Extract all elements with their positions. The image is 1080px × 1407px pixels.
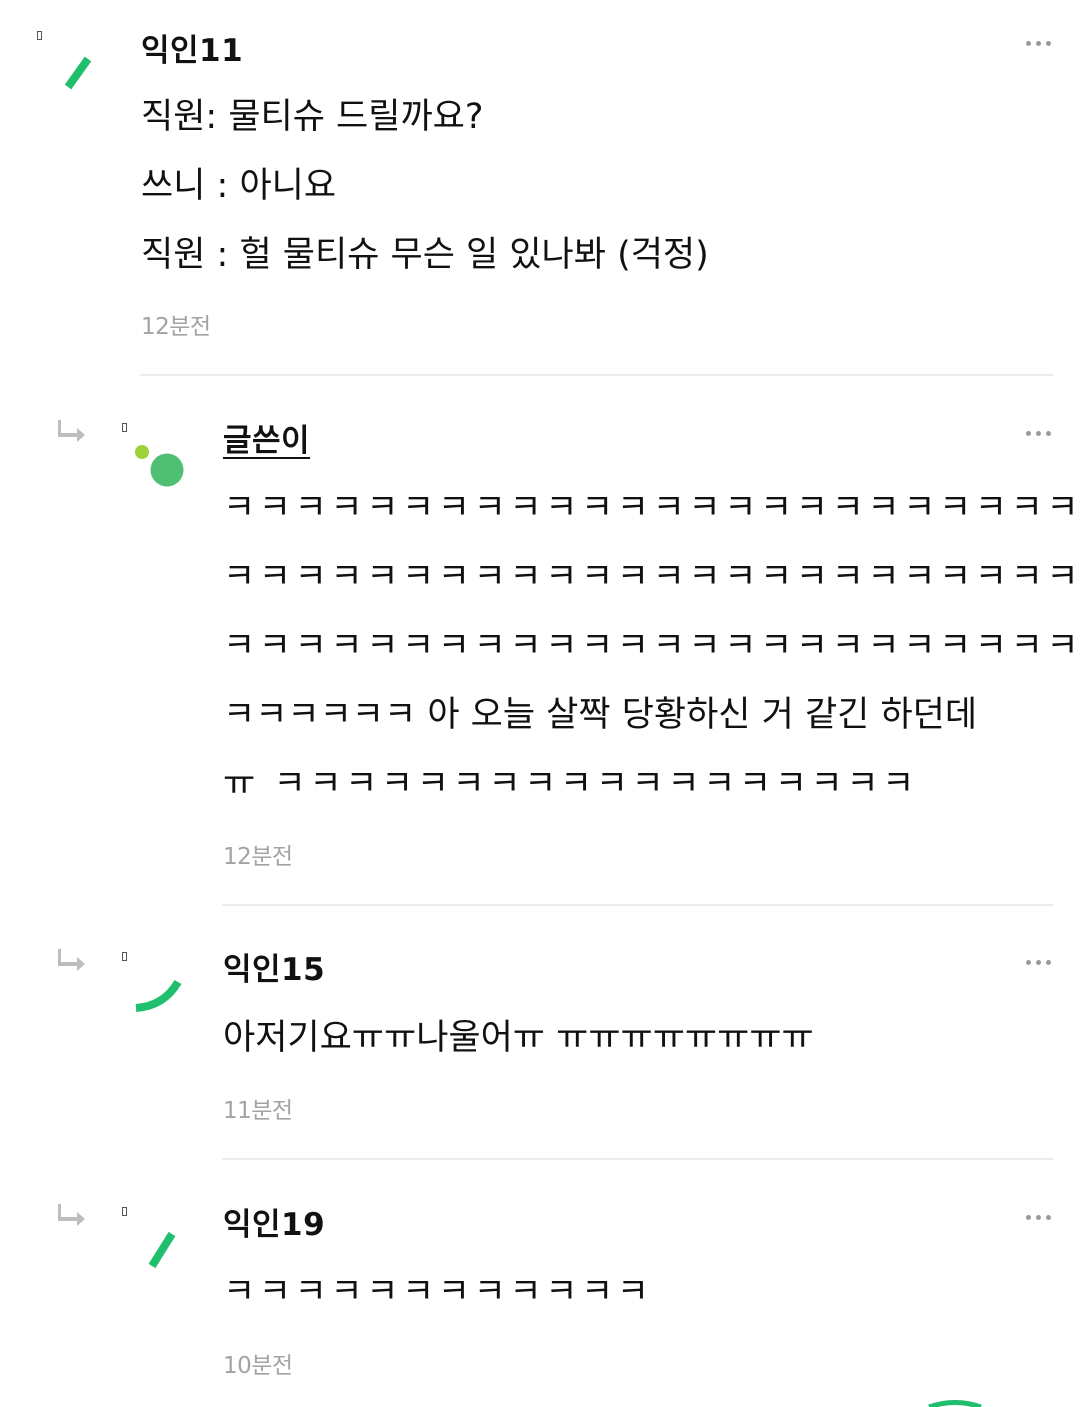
comment-author[interactable]: 익인19 [223, 1199, 325, 1244]
marker-icon [122, 1207, 127, 1216]
avatar-icon[interactable] [130, 1222, 190, 1282]
comment-text-line: ㅋㅋㅋㅋㅋㅋㅋㅋㅋㅋㅋㅋ [223, 1272, 653, 1312]
avatar-icon [928, 1400, 982, 1407]
reply-comment-item: 익인19 ㅋㅋㅋㅋㅋㅋㅋㅋㅋㅋㅋㅋ 10분전 [0, 0, 1080, 1407]
comment-timestamp: 10분전 [223, 1353, 293, 1379]
more-horizontal-icon [1026, 1215, 1031, 1220]
more-options-button[interactable] [1026, 1213, 1054, 1221]
reply-arrow-icon [58, 1204, 85, 1226]
